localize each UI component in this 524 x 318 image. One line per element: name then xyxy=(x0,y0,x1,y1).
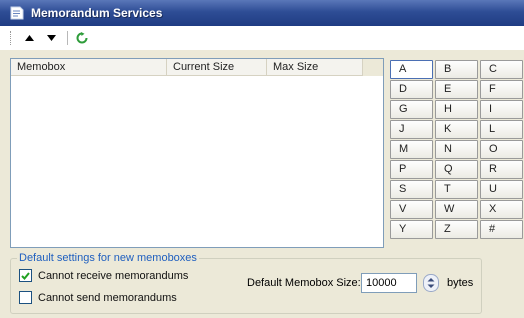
letter-button-k[interactable]: K xyxy=(435,120,478,139)
checkbox-checked[interactable] xyxy=(19,269,32,282)
letter-button-d[interactable]: D xyxy=(390,80,433,99)
column-header-current-size[interactable]: Current Size xyxy=(167,59,267,76)
checkbox-unchecked[interactable] xyxy=(19,291,32,304)
toolbar xyxy=(0,26,524,50)
group-label: Default settings for new memoboxes xyxy=(17,252,199,264)
letter-button-v[interactable]: V xyxy=(390,200,433,219)
letter-button-r[interactable]: R xyxy=(480,160,523,179)
letter-button-h[interactable]: H xyxy=(435,100,478,119)
default-size-label: Default Memobox Size: xyxy=(247,277,361,289)
letter-button-o[interactable]: O xyxy=(480,140,523,159)
letter-button-m[interactable]: M xyxy=(390,140,433,159)
letter-button-z[interactable]: Z xyxy=(435,220,478,239)
toolbar-grip xyxy=(10,31,13,45)
letter-button-e[interactable]: E xyxy=(435,80,478,99)
title-bar: Memorandum Services xyxy=(0,0,524,26)
arrow-down-icon[interactable] xyxy=(43,30,59,46)
letter-button-n[interactable]: N xyxy=(435,140,478,159)
memo-window-icon xyxy=(8,6,25,21)
letter-button-g[interactable]: G xyxy=(390,100,433,119)
letter-button-i[interactable]: I xyxy=(480,100,523,119)
letter-button-w[interactable]: W xyxy=(435,200,478,219)
letter-button-j[interactable]: J xyxy=(390,120,433,139)
letter-button-y[interactable]: Y xyxy=(390,220,433,239)
arrow-up-icon[interactable] xyxy=(21,30,37,46)
letter-button-b[interactable]: B xyxy=(435,60,478,79)
memobox-list[interactable]: Memobox Current Size Max Size xyxy=(10,58,384,248)
letter-button-c[interactable]: C xyxy=(480,60,523,79)
column-header-memobox[interactable]: Memobox xyxy=(11,59,167,76)
cannot-send-checkbox[interactable]: Cannot send memorandums xyxy=(19,291,177,304)
window-title: Memorandum Services xyxy=(31,6,163,20)
letter-button-p[interactable]: P xyxy=(390,160,433,179)
cannot-send-label: Cannot send memorandums xyxy=(38,291,177,304)
default-size-input[interactable] xyxy=(361,273,417,293)
size-unit-label: bytes xyxy=(447,277,474,289)
refresh-icon[interactable] xyxy=(74,30,90,46)
letter-button-q[interactable]: Q xyxy=(435,160,478,179)
default-settings-group: Default settings for new memoboxes Canno… xyxy=(10,252,482,314)
letter-button-l[interactable]: L xyxy=(480,120,523,139)
cannot-receive-checkbox[interactable]: Cannot receive memorandums xyxy=(19,269,188,282)
letter-button-a[interactable]: A xyxy=(390,60,433,79)
letter-button-t[interactable]: T xyxy=(435,180,478,199)
list-header: Memobox Current Size Max Size xyxy=(11,59,383,76)
column-header-max-size[interactable]: Max Size xyxy=(267,59,363,76)
column-header-filler xyxy=(363,59,383,76)
toolbar-separator xyxy=(67,31,68,45)
size-spinner[interactable] xyxy=(423,274,439,292)
letter-index: A B C D E F G H I J K L M N O P Q R S T … xyxy=(390,60,524,239)
letter-button-x[interactable]: X xyxy=(480,200,523,219)
letter-button-s[interactable]: S xyxy=(390,180,433,199)
cannot-receive-label: Cannot receive memorandums xyxy=(38,269,189,282)
letter-button-hash[interactable]: # xyxy=(480,220,523,239)
letter-button-f[interactable]: F xyxy=(480,80,523,99)
letter-button-u[interactable]: U xyxy=(480,180,523,199)
